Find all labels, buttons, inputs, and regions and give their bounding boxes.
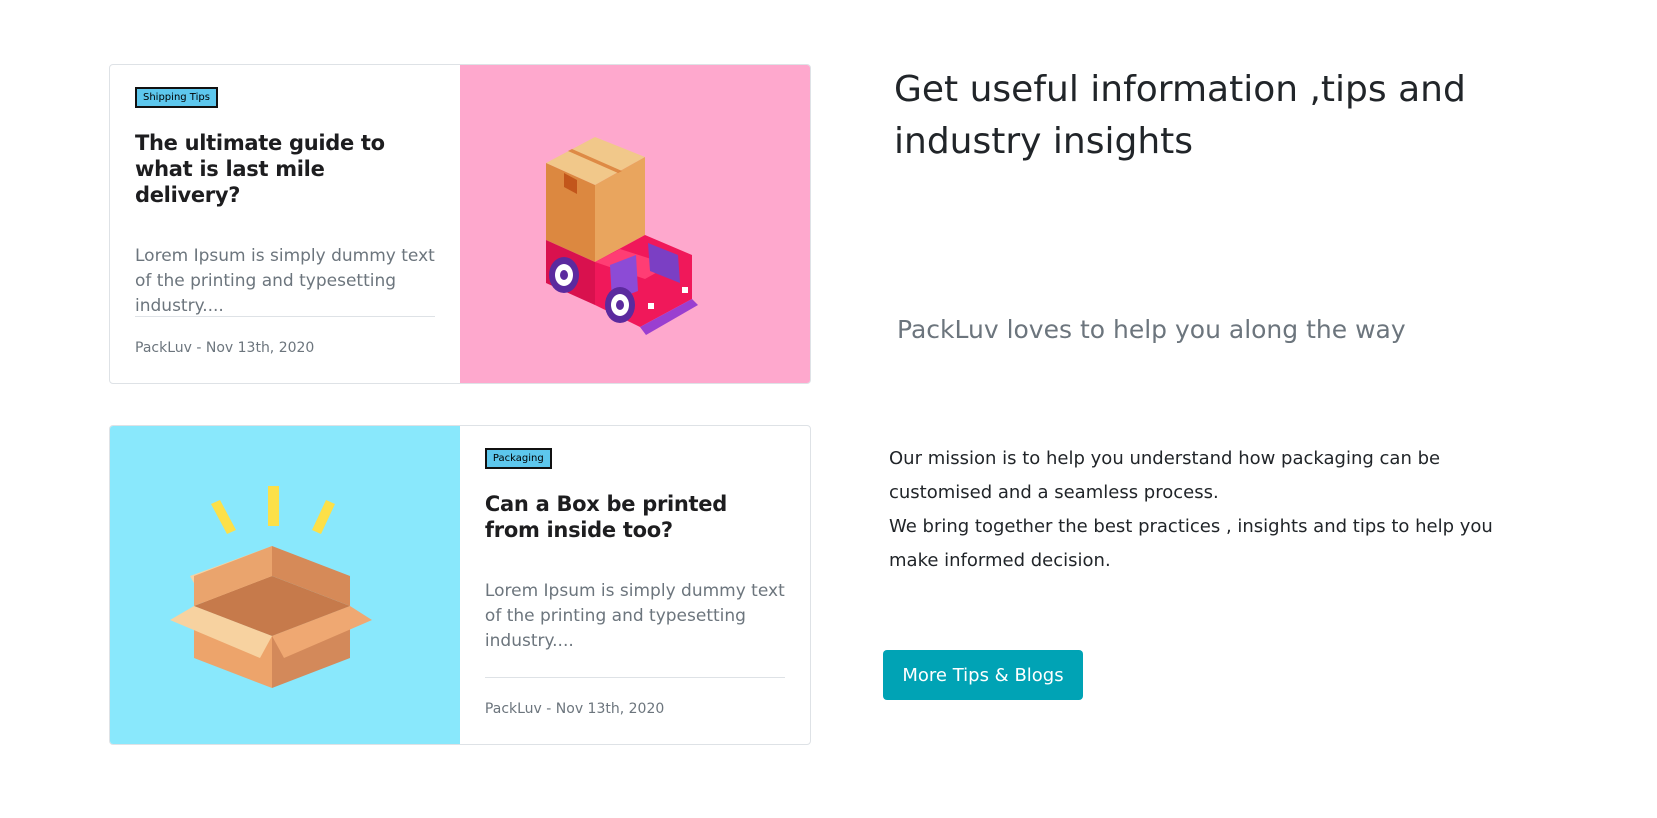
delivery-truck-icon xyxy=(546,137,699,335)
blog-card-meta: PackLuv - Nov 13th, 2020 xyxy=(135,340,315,356)
blog-card-text: Shipping Tips The ultimate guide to what… xyxy=(110,65,460,383)
blog-card-image[interactable] xyxy=(110,426,460,744)
mission-text: Our mission is to help you understand ho… xyxy=(889,442,1539,578)
more-tips-blogs-button[interactable]: More Tips & Blogs xyxy=(883,650,1083,700)
blog-card-text: Packaging Can a Box be printed from insi… xyxy=(460,426,810,744)
blog-card-title[interactable]: The ultimate guide to what is last mile … xyxy=(135,130,435,208)
blog-card-excerpt: Lorem Ipsum is simply dummy text of the … xyxy=(484,581,785,651)
blog-card-image[interactable] xyxy=(460,65,810,383)
open-box-icon xyxy=(170,486,372,688)
blog-card-excerpt: Lorem Ipsum is simply dummy text of the … xyxy=(135,246,435,316)
divider xyxy=(484,677,785,678)
blog-card-meta: PackLuv - Nov 13th, 2020 xyxy=(484,701,665,717)
mission-line: Our mission is to help you understand ho… xyxy=(889,448,1441,503)
blog-card[interactable]: Packaging Can a Box be printed from insi… xyxy=(109,425,811,745)
category-badge[interactable]: Shipping Tips xyxy=(135,87,218,108)
section-subheading: PackLuv loves to help you along the way xyxy=(897,315,1406,344)
blog-card-title[interactable]: Can a Box be printed from inside too? xyxy=(485,491,785,543)
blog-card[interactable]: Shipping Tips The ultimate guide to what… xyxy=(109,64,811,384)
category-badge[interactable]: Packaging xyxy=(484,448,552,469)
section-heading: Get useful information ,tips and industr… xyxy=(894,69,1466,162)
divider xyxy=(135,316,436,317)
mission-line: We bring together the best practices , i… xyxy=(889,516,1493,571)
